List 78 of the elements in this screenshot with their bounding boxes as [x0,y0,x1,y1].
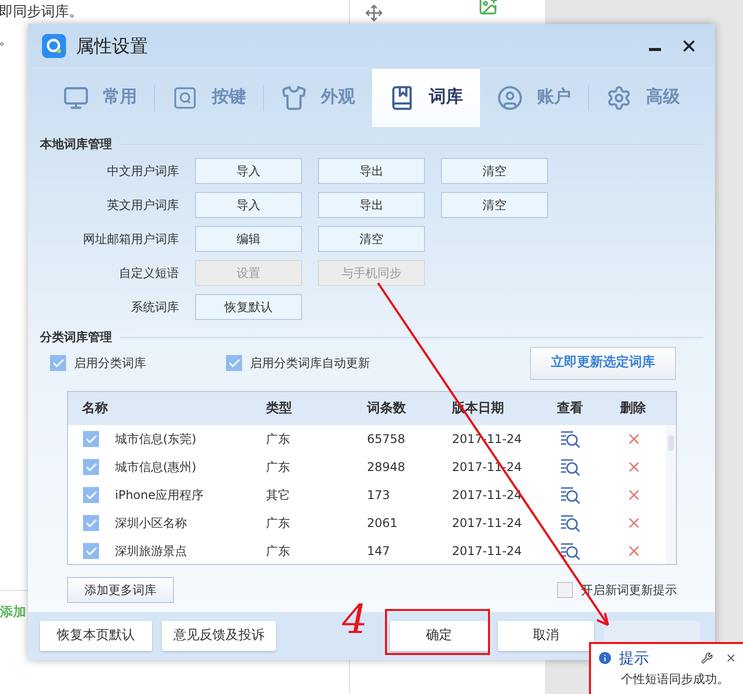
checkbox[interactable] [83,515,99,531]
notification-title: 提示 [619,648,649,669]
info-icon [597,650,613,666]
notification-message: 个性短语同步成功。 [621,670,730,688]
table-cell-text: 147 [367,543,391,560]
close-icon[interactable] [725,652,737,664]
action-button[interactable]: 导出 [318,158,425,184]
table-cell-text: 28948 [367,459,406,476]
document-text: 。 [0,31,13,50]
column-header: 词条数 [367,400,407,418]
list-search-icon[interactable] [560,458,582,476]
action-button[interactable]: 恢复默认 [195,294,302,320]
shirt-icon [281,84,307,110]
row-label: 系统词库 [130,299,179,316]
minimize-icon [649,48,661,50]
checkbox[interactable] [226,355,242,371]
section-title: 本地词库管理 [40,136,112,153]
table-cell-text: 城市信息(东莞) [115,431,198,448]
row-label: 自定义短语 [118,265,179,282]
table-cell-text: 广东 [266,431,291,448]
table-cell-text: iPhone应用程序 [115,487,205,504]
footer-button[interactable]: 恢复本页默认 [40,621,152,651]
checkbox[interactable] [83,543,99,559]
checkbox[interactable] [83,431,99,447]
section-title: 分类词库管理 [40,329,112,346]
window-title: 属性设置 [76,34,148,58]
action-button[interactable]: 清空 [441,192,548,218]
row-label: 网址邮箱用户词库 [82,231,179,248]
table-cell-text: 其它 [266,487,291,504]
footer-button[interactable]: 意见反馈及投诉 [162,621,276,651]
update-button[interactable]: 立即更新选定词库 [530,346,676,380]
scrollbar[interactable] [666,425,676,564]
settings-icon [606,84,632,110]
column-header: 删除 [620,400,647,418]
list-search-icon[interactable] [560,486,582,504]
action-button[interactable]: 导入 [195,158,302,184]
table-cell-text: 65758 [367,431,406,448]
tab[interactable]: 词库 [372,68,480,126]
checkbox-label: 启用分类词库 [74,355,146,372]
monitor-icon [63,84,89,110]
user-icon [497,84,523,110]
action-button[interactable]: 清空 [318,226,425,252]
checkbox-label: 启用分类词库自动更新 [250,355,370,372]
checkbox[interactable] [83,459,99,475]
table-cell-text: 2017-11-24 [452,515,523,532]
action-button[interactable]: 编辑 [195,226,302,252]
table-cell-text: 深圳小区名称 [115,515,188,532]
table-cell-text: 2061 [367,515,399,532]
list-search-icon[interactable] [560,542,582,560]
handwritten-digit: 4 [342,598,368,642]
table-cell-text: 广东 [266,515,291,532]
column-header: 类型 [266,400,293,418]
table-cell-text: 2017-11-24 [452,543,523,560]
list-search-icon[interactable] [560,430,582,448]
action-button[interactable]: 清空 [441,158,548,184]
column-header: 查看 [557,400,584,418]
table-cell-text: 深圳旅游景点 [115,543,188,560]
checkbox[interactable] [557,582,573,598]
app-logo-icon [42,34,66,58]
list-search-icon[interactable] [560,514,582,532]
table-cell-text: 城市信息(惠州) [115,459,198,476]
row-label: 英文用户词库 [106,197,179,214]
table-cell-text: 广东 [266,459,291,476]
add-dictionary-button[interactable]: 添加更多词库 [67,577,174,603]
table-cell-text: 2017-11-24 [452,487,523,504]
action-button[interactable]: 导出 [318,192,425,218]
row-label: 中文用户词库 [106,163,179,180]
footer-button[interactable]: 确定 [390,621,488,651]
checkbox[interactable] [83,487,99,503]
action-button[interactable]: 导入 [195,192,302,218]
move-icon[interactable] [365,4,383,22]
table-cell-text: 173 [367,487,391,504]
document-text: 即同步词库。 [0,3,83,22]
table-cell-text: 广东 [266,543,291,560]
footer-button[interactable]: 取消 [498,621,594,651]
wrench-icon[interactable] [701,652,713,664]
column-header: 名称 [82,400,109,418]
checkbox[interactable] [50,355,66,371]
